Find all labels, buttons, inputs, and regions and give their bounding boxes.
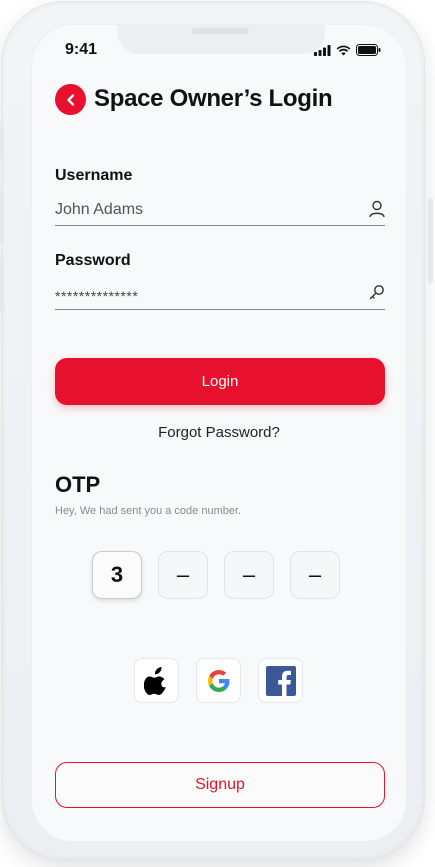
login-button[interactable]: Login: [55, 358, 385, 405]
google-login-button[interactable]: [196, 658, 241, 703]
side-button: [428, 198, 433, 284]
apple-login-button[interactable]: [134, 658, 179, 703]
back-button[interactable]: [55, 84, 86, 115]
status-time: 9:41: [65, 41, 98, 58]
speaker: [192, 28, 249, 34]
password-field[interactable]: **************: [55, 281, 385, 310]
otp-title: OTP: [55, 472, 101, 497]
page-title: Space Owner’s Login: [94, 85, 333, 112]
user-icon: [369, 200, 385, 218]
screen: 9:41 Space Owner’s Login Username John A…: [31, 24, 407, 842]
status-icons: [314, 44, 381, 56]
otp-digit-3[interactable]: –: [224, 551, 274, 599]
apple-icon: [143, 666, 166, 695]
social-login-row: [134, 658, 303, 703]
side-button: [0, 258, 4, 312]
username-field[interactable]: John Adams: [55, 197, 385, 226]
otp-subtitle: Hey, We had sent you a code number.: [55, 505, 242, 517]
wifi-icon: [336, 45, 351, 55]
signal-icon: [314, 44, 331, 56]
otp-digit-2[interactable]: –: [158, 551, 208, 599]
google-icon: [207, 669, 229, 692]
facebook-icon: [265, 665, 296, 696]
username-label: Username: [55, 167, 133, 184]
battery-icon: [356, 44, 381, 56]
facebook-login-button[interactable]: [258, 658, 303, 703]
otp-digit-1[interactable]: 3: [92, 551, 142, 599]
password-value: **************: [55, 288, 139, 304]
forgot-password-link[interactable]: Forgot Password?: [31, 424, 407, 441]
side-button: [0, 188, 4, 242]
side-button: [0, 122, 4, 158]
key-icon[interactable]: [369, 284, 385, 300]
otp-inputs: 3 – – –: [92, 551, 340, 599]
username-value: John Adams: [55, 201, 144, 218]
otp-digit-4[interactable]: –: [290, 551, 340, 599]
chevron-left-icon: [66, 93, 74, 106]
password-label: Password: [55, 252, 131, 269]
notch: [117, 24, 325, 54]
phone-frame: 9:41 Space Owner’s Login Username John A…: [0, 2, 433, 860]
signup-button[interactable]: Signup: [55, 762, 385, 808]
